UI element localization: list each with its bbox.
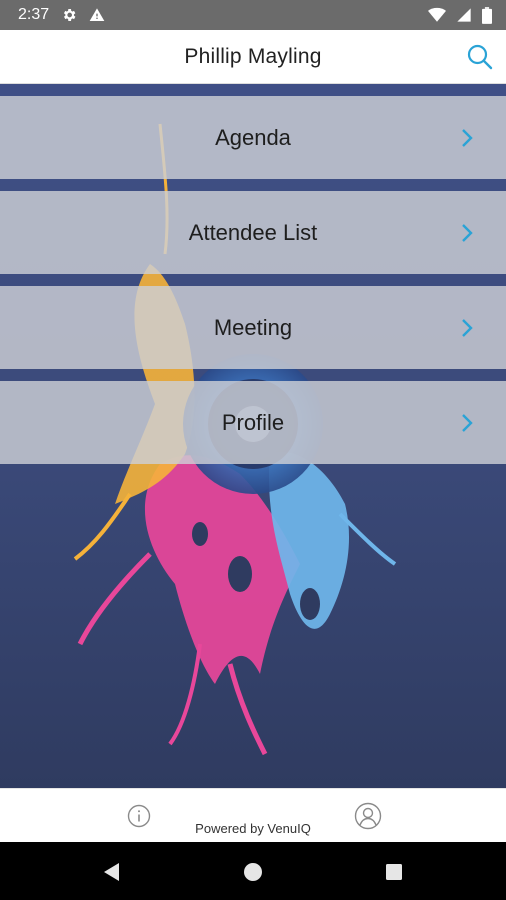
wifi-icon	[428, 7, 446, 22]
home-circle-icon[interactable]	[241, 860, 265, 884]
cellular-signal-icon	[457, 8, 471, 22]
alert-triangle-icon	[89, 8, 105, 21]
status-time: 2:37	[18, 6, 50, 23]
main-menu: Agenda Attendee List Meeting Profile	[0, 96, 506, 476]
chevron-right-icon	[462, 224, 473, 242]
battery-icon	[482, 6, 492, 24]
status-right	[428, 6, 492, 24]
menu-item-meeting[interactable]: Meeting	[0, 286, 506, 369]
powered-by-text: Powered by VenuIQ	[195, 821, 311, 836]
main-content: Agenda Attendee List Meeting Profile	[0, 84, 506, 788]
back-triangle-icon[interactable]	[100, 860, 124, 884]
status-left: 2:37	[18, 6, 105, 24]
recents-square-icon[interactable]	[382, 860, 406, 884]
user-profile-icon[interactable]	[354, 802, 382, 830]
menu-item-label: Agenda	[215, 124, 291, 150]
gear-icon	[64, 9, 76, 21]
status-bar: 2:37	[0, 0, 506, 30]
menu-item-profile[interactable]: Profile	[0, 381, 506, 464]
chevron-right-icon	[462, 129, 473, 147]
menu-item-label: Meeting	[213, 314, 293, 340]
search-icon[interactable]	[466, 43, 494, 71]
page-title: Phillip Mayling	[184, 44, 322, 68]
system-nav-bar	[0, 842, 506, 900]
menu-item-label: Attendee List	[188, 219, 318, 245]
menu-item-label: Profile	[221, 409, 285, 435]
chevron-right-icon	[462, 414, 473, 432]
chevron-right-icon	[462, 319, 473, 337]
footer: Powered by VenuIQ	[0, 788, 506, 842]
app-header: Phillip Mayling	[0, 30, 506, 84]
menu-item-attendee-list[interactable]: Attendee List	[0, 191, 506, 274]
menu-item-agenda[interactable]: Agenda	[0, 96, 506, 179]
